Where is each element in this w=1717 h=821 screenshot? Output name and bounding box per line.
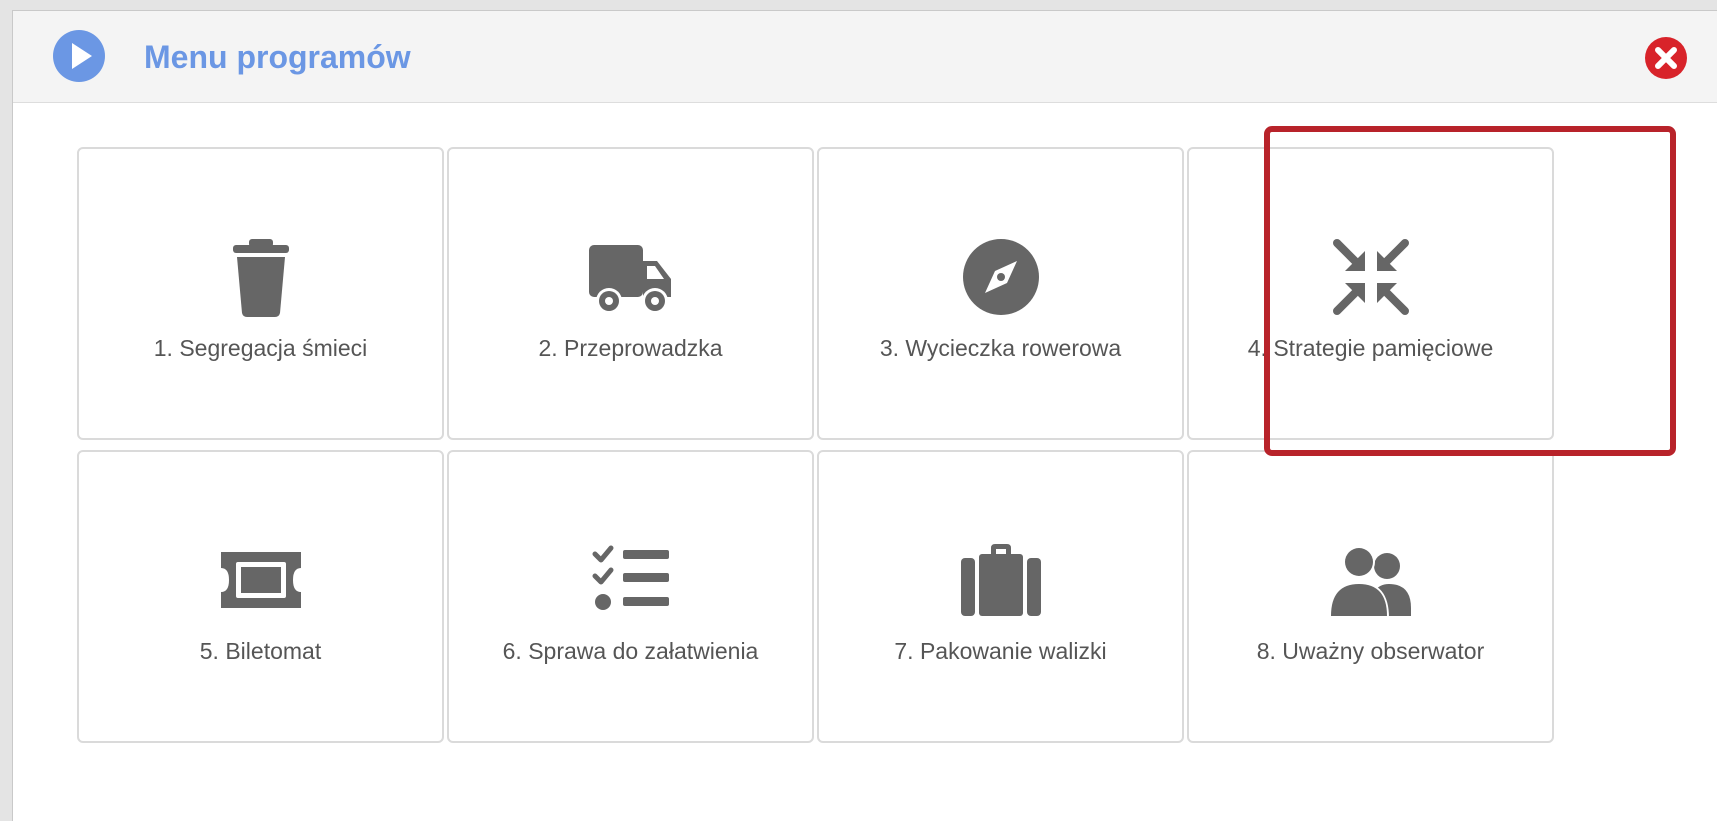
compass-icon <box>962 239 1039 315</box>
tile-label: 8. Uważny obserwator <box>1256 638 1485 664</box>
program-menu-window: Menu programów 1. Segregacja śmieci 2. P… <box>12 10 1717 821</box>
tile-label: 6. Sprawa do załatwienia <box>502 638 759 664</box>
program-tile-obserwator[interactable]: 8. Uważny obserwator <box>1187 450 1554 743</box>
program-tile-segregacja[interactable]: 1. Segregacja śmieci <box>77 147 444 440</box>
program-tile-biletomat[interactable]: 5. Biletomat <box>77 450 444 743</box>
program-tile-przeprowadzka[interactable]: 2. Przeprowadzka <box>447 147 814 440</box>
tile-label: 5. Biletomat <box>199 638 322 664</box>
truck-icon <box>588 245 671 314</box>
ticket-icon <box>220 552 301 608</box>
play-circle-icon <box>53 30 105 82</box>
program-tile-sprawa[interactable]: 6. Sprawa do załatwienia <box>447 450 814 743</box>
program-tile-pakowanie[interactable]: 7. Pakowanie walizki <box>817 450 1184 743</box>
tile-label: 2. Przeprowadzka <box>538 335 723 361</box>
program-tile-wycieczka[interactable]: 3. Wycieczka rowerowa <box>817 147 1184 440</box>
tile-label: 1. Segregacja śmieci <box>153 335 368 361</box>
suitcase-icon <box>960 544 1041 616</box>
trash-icon <box>232 239 289 317</box>
close-icon[interactable] <box>1645 37 1687 79</box>
window-header: Menu programów <box>13 11 1717 103</box>
users-icon <box>1328 546 1411 618</box>
compress-arrows-icon <box>1332 239 1409 315</box>
program-tile-strategie[interactable]: 4. Strategie pamięciowe <box>1187 147 1554 440</box>
tile-label: 4. Strategie pamięciowe <box>1247 335 1494 361</box>
tile-label: 3. Wycieczka rowerowa <box>879 335 1122 361</box>
window-title: Menu programów <box>144 39 411 75</box>
task-list-icon <box>592 545 669 610</box>
tile-label: 7. Pakowanie walizki <box>894 638 1107 664</box>
